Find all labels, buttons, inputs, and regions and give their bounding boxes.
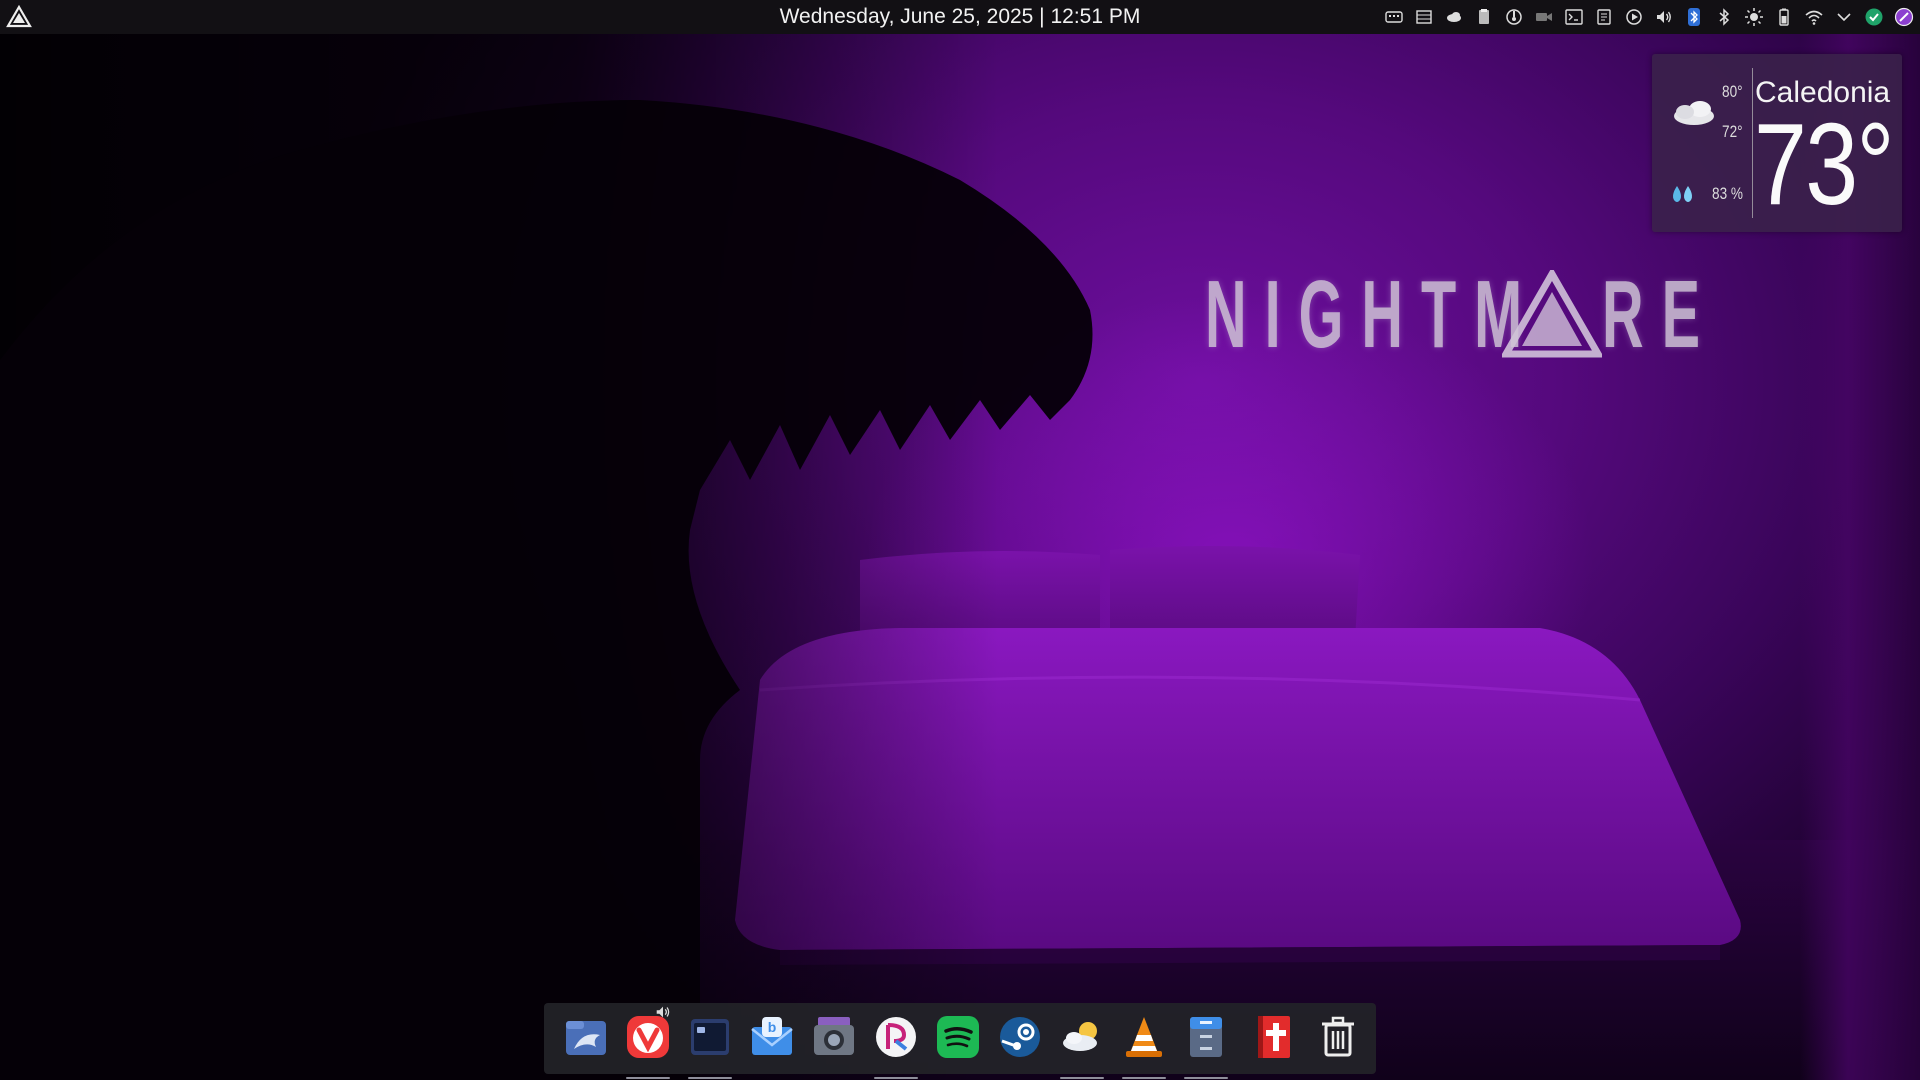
dock-item-vivaldi[interactable] [624, 1006, 672, 1079]
steam-icon [1000, 1017, 1040, 1057]
dock-item-dolphin[interactable] [562, 1013, 610, 1065]
weather-current-temp: 73° [1754, 99, 1895, 229]
wallpaper-logo-text: NIGHTM [1205, 261, 1541, 368]
dock-item-mail[interactable]: b [748, 1013, 796, 1065]
camera-icon[interactable] [1534, 7, 1554, 27]
humidity-drops-icon [1673, 186, 1692, 202]
brightness-icon[interactable] [1744, 7, 1764, 27]
dock-item-screenshot[interactable] [810, 1013, 858, 1065]
file-manager-icon [566, 1021, 606, 1055]
mail-icon: b [751, 1017, 793, 1055]
terminal-icon[interactable] [1564, 7, 1584, 27]
vlc-icon [1126, 1017, 1162, 1057]
bible-icon [1258, 1016, 1290, 1058]
weather-cloud-icon[interactable] [1444, 7, 1464, 27]
weather-low-temp: 72° [1722, 122, 1743, 141]
notifications-icon[interactable] [1894, 7, 1914, 27]
running-indicator [1184, 1077, 1228, 1079]
dock-item-trash[interactable] [1314, 1013, 1362, 1065]
weather-widget[interactable]: 80° 72° 83 % Caledonia 73° [1652, 54, 1902, 232]
wallpaper-shadow-creature [0, 100, 1093, 1080]
volume-icon[interactable] [1654, 7, 1674, 27]
running-indicator [1060, 1077, 1104, 1079]
battery-icon[interactable] [1774, 7, 1794, 27]
cloudy-icon [1674, 101, 1714, 125]
chevron-down-icon[interactable] [1834, 7, 1854, 27]
running-indicator [1122, 1077, 1166, 1079]
wallpaper-logo-text-end: RE [1601, 261, 1718, 368]
media-play-icon[interactable] [1624, 7, 1644, 27]
dock-item-spotify[interactable] [934, 1013, 982, 1065]
dock-item-konsole[interactable] [686, 1013, 734, 1079]
dock-item-bible[interactable] [1250, 1013, 1298, 1065]
trash-icon [1322, 1016, 1354, 1057]
spotify-icon [937, 1016, 979, 1058]
speaker-icon [656, 1006, 670, 1018]
bluetooth-app-icon[interactable] [1684, 7, 1704, 27]
dock: b [544, 1003, 1376, 1079]
nightmare-triangle-icon [6, 4, 32, 28]
svg-text:b: b [768, 1019, 777, 1035]
weather-divider [1752, 68, 1753, 218]
terminal-icon [691, 1019, 729, 1055]
dock-item-media-player[interactable] [872, 1013, 920, 1079]
keyboard-layout-icon[interactable] [1384, 7, 1404, 27]
clipboard-icon[interactable] [1474, 7, 1494, 27]
file-cabinet-icon [1190, 1017, 1222, 1057]
wallpaper-logo: NIGHTM RE [1205, 261, 1795, 368]
dock-item-files[interactable] [1182, 1013, 1230, 1079]
top-panel: Wednesday, June 25, 2025 | 12:51 PM [0, 0, 1920, 34]
bluetooth-icon[interactable] [1714, 7, 1734, 27]
weather-icon [1063, 1022, 1097, 1051]
dock-item-steam[interactable] [996, 1013, 1044, 1065]
cpu-monitor-icon[interactable] [1504, 7, 1524, 27]
camera-icon [814, 1017, 854, 1055]
updates-icon[interactable] [1864, 7, 1884, 27]
network-monitor-icon[interactable] [1414, 7, 1434, 27]
dock-item-vlc[interactable] [1120, 1013, 1168, 1079]
running-indicator [626, 1077, 670, 1079]
running-indicator [874, 1077, 918, 1079]
application-launcher[interactable] [6, 4, 32, 29]
running-indicator [688, 1077, 732, 1079]
weather-humidity: 83 % [1712, 184, 1743, 203]
media-player-icon [876, 1017, 916, 1057]
notes-icon[interactable] [1594, 7, 1614, 27]
weather-high-temp: 80° [1722, 82, 1743, 101]
wifi-icon[interactable] [1804, 7, 1824, 27]
system-tray [1384, 0, 1914, 34]
panel-clock[interactable]: Wednesday, June 25, 2025 | 12:51 PM [780, 5, 1141, 28]
dock-item-weather[interactable] [1058, 1013, 1106, 1079]
